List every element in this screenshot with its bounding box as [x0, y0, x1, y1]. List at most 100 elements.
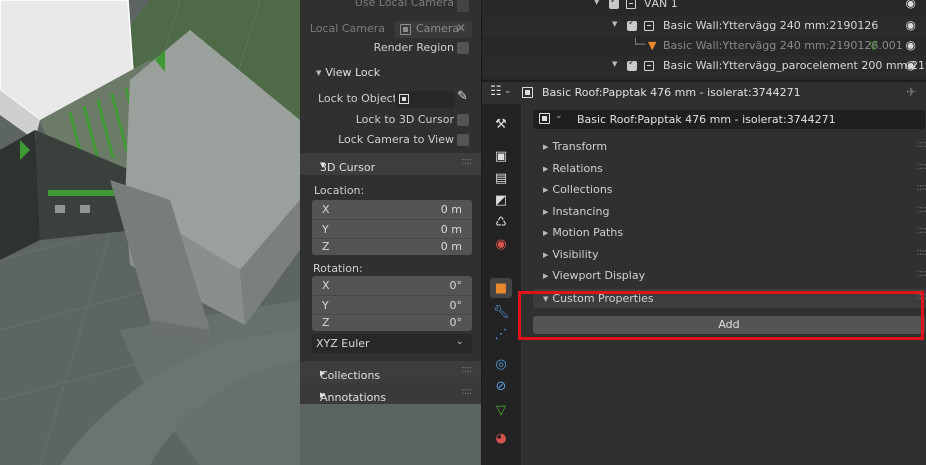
tree-branch-icon: └─: [632, 38, 646, 51]
lock-to-3d-cursor-label: Lock to 3D Cursor: [355, 113, 454, 126]
axis-label: Z: [322, 240, 330, 253]
panel-transform[interactable]: ▶ Transform ::::: [533, 137, 926, 156]
rotation-z-field[interactable]: Z 0°: [312, 314, 472, 331]
scene-tab[interactable]: ♺: [490, 212, 512, 232]
rotation-x-field[interactable]: X 0°: [312, 276, 472, 295]
sidebar-n-panel: Use Local Camera Local Camera Camera ✕ R…: [300, 0, 481, 404]
drag-handle-icon[interactable]: ::::: [462, 386, 473, 397]
panel-title: Instancing: [552, 205, 610, 218]
lock-camera-to-view-label: Lock Camera to View: [338, 133, 454, 146]
physics-tab[interactable]: ◎: [490, 354, 512, 374]
collapse-triangle-icon[interactable]: ▼: [594, 0, 599, 6]
local-camera-label: Local Camera: [309, 22, 385, 35]
drag-handle-icon[interactable]: ::::: [462, 364, 473, 375]
render-tab[interactable]: ▣: [490, 146, 512, 166]
pin-icon[interactable]: ✈: [906, 85, 916, 99]
collections-panel-header[interactable]: ▶ Collections ::::: [300, 361, 481, 383]
drag-handle-icon[interactable]: ::::: [917, 268, 926, 279]
collapse-triangle-icon[interactable]: ▼: [612, 60, 617, 68]
lock-camera-to-view-checkbox[interactable]: [457, 134, 469, 146]
render-region-row[interactable]: Render Region: [300, 38, 481, 58]
panel-viewport-display[interactable]: ▶ Viewport Display ::::: [533, 266, 926, 285]
camera-back-icon: ▣: [494, 148, 508, 164]
eye-icon[interactable]: ◉: [906, 0, 916, 10]
include-checkbox[interactable]: [627, 18, 637, 31]
render-region-checkbox[interactable]: [457, 42, 469, 54]
particles-tab[interactable]: ⋰: [490, 324, 512, 344]
eye-icon[interactable]: ◉: [906, 58, 916, 72]
physics-icon: ◎: [495, 356, 507, 372]
view-lock-subheader[interactable]: ▼ View Lock: [300, 63, 481, 83]
outliner-row[interactable]: ▼ VÅN 1 ◉: [482, 0, 926, 14]
collection-icon: [644, 61, 654, 71]
panel-visibility[interactable]: ▶ Visibility ::::: [533, 245, 926, 264]
drag-handle-icon[interactable]: ::::: [917, 182, 926, 193]
lock-to-3d-cursor-checkbox[interactable]: [457, 114, 469, 126]
data-tab[interactable]: ▽: [490, 400, 512, 420]
outliner: ▼ VÅN 1 ◉ ▼ Basic Wall:Yttervägg 240 mm:…: [482, 0, 926, 80]
location-y-field[interactable]: Y 0 m: [312, 219, 472, 238]
constraints-tab[interactable]: ⊘: [490, 376, 512, 396]
panel-collections[interactable]: ▶ Collections ::::: [533, 180, 926, 199]
outliner-row[interactable]: ▼ Basic Wall:Yttervägg_parocelement 200 …: [482, 56, 926, 76]
modifier-tab[interactable]: 🔧︎: [490, 302, 512, 322]
drag-handle-icon[interactable]: ::::: [917, 225, 926, 236]
expand-triangle-icon: ▶: [543, 165, 549, 173]
drag-handle-icon[interactable]: ::::: [917, 204, 926, 215]
axis-label: X: [322, 203, 330, 216]
collapse-triangle-icon[interactable]: ▼: [612, 20, 617, 28]
object-name-field[interactable]: ⌄ Basic Roof:Papptak 476 mm - isolerat:3…: [533, 110, 925, 129]
view-layer-tab[interactable]: ◩: [490, 190, 512, 210]
include-checkbox[interactable]: [627, 58, 637, 71]
use-local-camera-row[interactable]: Use Local Camera: [300, 0, 481, 20]
location-label: Location:: [314, 184, 365, 197]
tool-tab[interactable]: ⚒: [490, 114, 512, 134]
axis-value: 0°: [449, 299, 463, 312]
drag-handle-icon[interactable]: ::::: [917, 161, 926, 172]
outliner-row[interactable]: ▼ Basic Wall:Yttervägg 240 mm:2190126 ◉: [482, 16, 926, 36]
rotation-mode-value: XYZ Euler: [316, 337, 370, 350]
rotation-mode-select[interactable]: XYZ Euler ⌄: [312, 334, 472, 353]
outliner-row[interactable]: └─ ▼ Basic Wall:Yttervägg 240 mm:2190126…: [482, 36, 926, 56]
location-x-field[interactable]: X 0 m: [312, 200, 472, 219]
panel-title: Motion Paths: [552, 226, 624, 239]
editor-type-icon[interactable]: ☷: [490, 84, 502, 99]
lock-object-field[interactable]: [395, 91, 455, 108]
local-camera-field[interactable]: Camera ✕: [394, 21, 472, 38]
3d-cursor-panel-header[interactable]: ▼ 3D Cursor ::::: [300, 153, 481, 175]
location-z-field[interactable]: Z 0 m: [312, 238, 472, 255]
eye-icon[interactable]: ◉: [906, 18, 916, 32]
object-tab[interactable]: ■: [490, 278, 512, 298]
panel-motion-paths[interactable]: ▶ Motion Paths ::::: [533, 223, 926, 242]
world-icon: ◉: [495, 236, 507, 252]
chevron-down-icon[interactable]: ⌄: [504, 86, 512, 96]
drag-handle-icon[interactable]: ::::: [917, 139, 926, 150]
eyedropper-icon[interactable]: ✎: [457, 89, 468, 104]
use-local-camera-checkbox[interactable]: [457, 0, 469, 12]
world-tab[interactable]: ◉: [490, 234, 512, 254]
wrench-icon: 🔧︎: [492, 304, 510, 320]
particles-icon: ⋰: [494, 326, 508, 342]
output-tab[interactable]: ▤: [490, 168, 512, 188]
panel-title: Viewport Display: [552, 269, 646, 282]
object-icon: [522, 87, 533, 98]
lock-camera-to-view-row[interactable]: Lock Camera to View: [300, 130, 481, 150]
include-checkbox[interactable]: [609, 0, 619, 9]
material-tab[interactable]: ◕: [490, 428, 512, 448]
eye-icon[interactable]: ◉: [906, 38, 916, 52]
panel-relations[interactable]: ▶ Relations ::::: [533, 159, 926, 178]
use-local-camera-label: Use Local Camera: [354, 0, 454, 9]
panel-instancing[interactable]: ▶ Instancing ::::: [533, 202, 926, 221]
panel-title: Visibility: [552, 248, 599, 261]
outliner-item-label: Basic Wall:Yttervägg 240 mm:2190126: [663, 19, 879, 32]
rotation-y-field[interactable]: Y 0°: [312, 295, 472, 314]
clear-camera-icon[interactable]: ✕: [456, 21, 466, 35]
lock-to-3d-cursor-row[interactable]: Lock to 3D Cursor: [300, 110, 481, 130]
annotations-panel-header[interactable]: ▶ Annotations ::::: [300, 383, 481, 404]
3d-viewport[interactable]: BPLB: [0, 0, 300, 465]
drag-handle-icon[interactable]: ::::: [917, 247, 926, 258]
tool-icon: ⚒: [495, 116, 507, 132]
expand-triangle-icon: ▶: [543, 208, 549, 216]
drag-handle-icon[interactable]: ::::: [462, 156, 473, 167]
expand-triangle-icon: ▶: [543, 143, 549, 151]
